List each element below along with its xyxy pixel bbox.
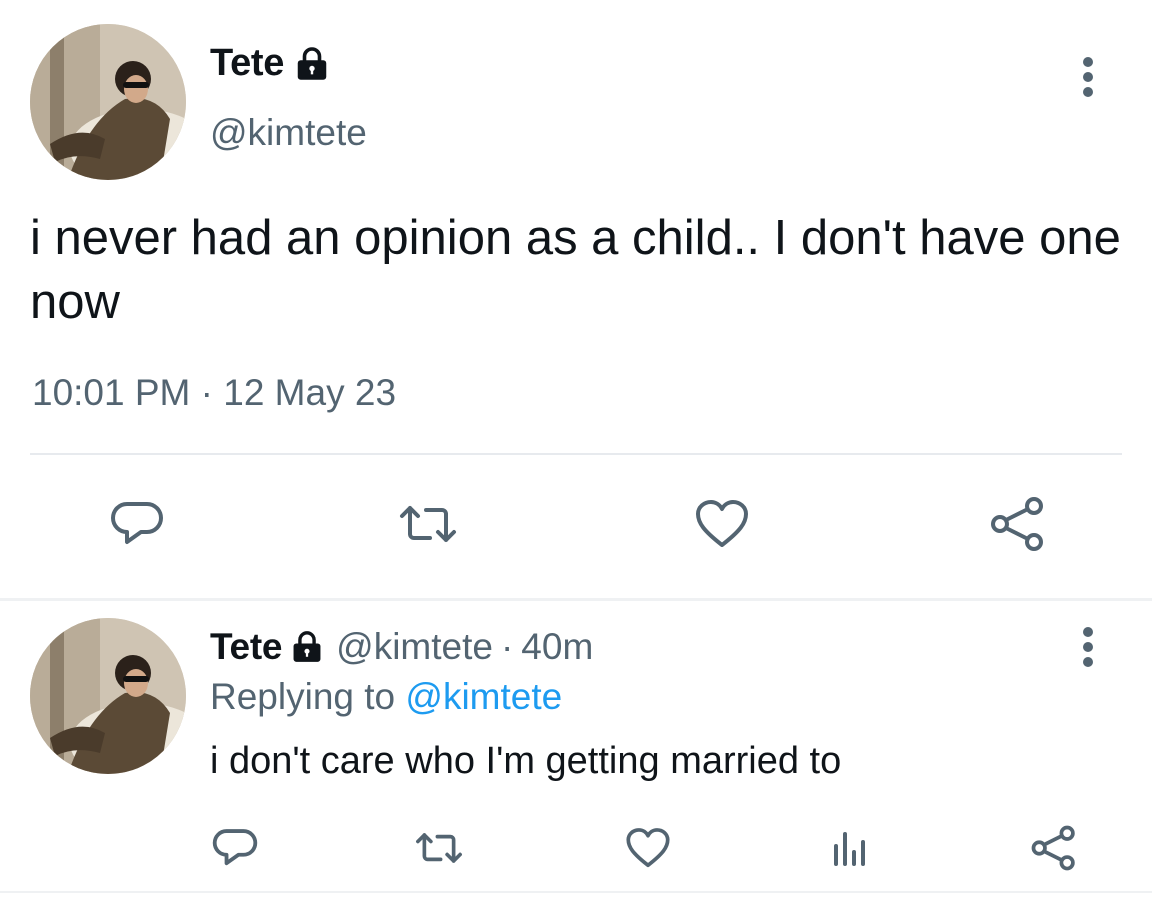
divider — [30, 453, 1122, 455]
author-handle[interactable]: @kimtete — [210, 112, 367, 154]
reply-button[interactable] — [209, 822, 261, 874]
share-button[interactable] — [986, 492, 1050, 556]
reply-button[interactable] — [105, 492, 169, 556]
avatar-photo — [30, 24, 186, 180]
author-handle[interactable]: @kimtete — [336, 626, 493, 668]
more-icon — [1083, 57, 1093, 97]
share-icon — [1031, 825, 1075, 871]
reply-header: Tete @kimtete · 40m — [210, 626, 593, 668]
more-icon — [1083, 627, 1093, 667]
tweet-text: i never had an opinion as a child.. I do… — [30, 211, 1121, 329]
avatar[interactable] — [30, 618, 186, 774]
tweet-text: i don't care who I'm getting married to — [210, 740, 842, 782]
like-icon — [626, 828, 670, 868]
views-icon — [834, 832, 865, 866]
share-button[interactable] — [1028, 822, 1080, 874]
divider — [0, 598, 1152, 601]
avatar[interactable] — [30, 24, 186, 180]
lock-icon — [290, 630, 324, 664]
retweet-icon — [416, 833, 462, 863]
like-button[interactable] — [622, 822, 674, 874]
like-button[interactable] — [690, 492, 754, 556]
retweet-button[interactable] — [396, 492, 460, 556]
more-options-button[interactable] — [1068, 622, 1108, 672]
author-name[interactable]: Tete — [210, 42, 330, 85]
author-name-text: Tete — [210, 42, 285, 84]
separator-dot: · — [500, 626, 514, 667]
replying-to-label: Replying to — [210, 676, 396, 717]
share-icon — [991, 497, 1043, 551]
tweet-timestamp[interactable]: 10:01 PM · 12 May 23 — [32, 372, 396, 414]
retweet-button[interactable] — [413, 822, 465, 874]
retweet-icon — [400, 506, 456, 542]
author-name[interactable]: Tete — [210, 626, 282, 668]
views-button[interactable] — [822, 822, 874, 874]
reply-icon — [212, 829, 258, 866]
tweet-age[interactable]: 40m — [521, 626, 593, 668]
replying-to-line: Replying to @kimtete — [210, 676, 562, 718]
like-icon — [696, 500, 748, 547]
lock-icon — [294, 46, 330, 82]
divider — [0, 891, 1152, 893]
replying-to-mention[interactable]: @kimtete — [405, 676, 562, 717]
avatar-photo — [30, 618, 186, 774]
more-options-button[interactable] — [1068, 52, 1108, 102]
reply-icon — [111, 502, 163, 544]
